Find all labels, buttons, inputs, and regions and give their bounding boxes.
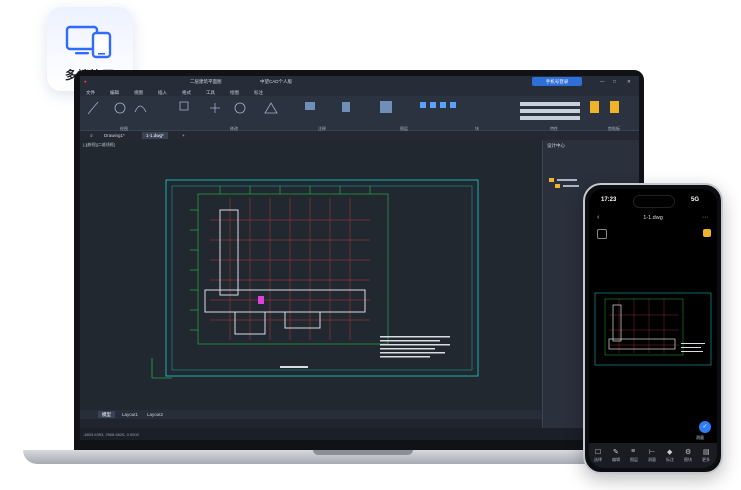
tab-drawing1[interactable]: Drawing1* xyxy=(100,132,129,139)
minimize-icon[interactable]: — xyxy=(600,79,605,84)
menu-item[interactable]: 编辑 xyxy=(110,90,119,96)
cloud-icon[interactable] xyxy=(703,229,711,237)
menu-item[interactable]: 标注 xyxy=(254,90,263,96)
menu-item[interactable]: 格式 xyxy=(182,90,191,96)
dynamic-island xyxy=(633,195,675,208)
measure-button[interactable]: ✓ xyxy=(699,421,711,433)
block-icon: ⚙ xyxy=(685,449,692,456)
fab-label: 测量 xyxy=(696,435,704,440)
more-icon[interactable]: ⋯ xyxy=(702,214,708,221)
edit-icon: ✎ xyxy=(613,449,619,456)
phone-screen: 17:23 5G ‹ 1-1.dwg ⋯ ✓ 测量 选择 编辑 图层 测量 标注… xyxy=(589,189,717,468)
layer-icon: ≡ xyxy=(631,448,636,455)
tab-layout1[interactable]: Layout1 xyxy=(118,411,142,418)
drawing-viewport[interactable]: [-][俯视][二维线框] xyxy=(80,140,542,410)
panel-title: 设计中心 xyxy=(547,143,565,148)
tool-layer[interactable]: 图层 xyxy=(627,457,641,463)
command-line[interactable] xyxy=(80,419,542,428)
layers-icon[interactable] xyxy=(597,229,607,239)
menu-bar: 文件 编辑 视图 插入 格式 工具 绘图 标注 xyxy=(80,88,639,96)
phone-title: 1-1.dwg xyxy=(643,215,663,221)
phone-signal: 5G xyxy=(691,197,700,203)
phone-drawing xyxy=(594,292,712,366)
viewport-label: [-][俯视][二维线框] xyxy=(83,142,115,147)
tool-measure[interactable]: 测量 xyxy=(645,457,659,463)
tab-layout2[interactable]: Layout2 xyxy=(143,411,167,418)
measure-icon: ⊢ xyxy=(649,449,656,456)
tool-edit[interactable]: 编辑 xyxy=(609,457,623,463)
select-icon: ☐ xyxy=(595,449,602,456)
tool-block[interactable]: 图块 xyxy=(681,457,695,463)
menu-item[interactable]: 文件 xyxy=(86,90,95,96)
ribbon: 绘图 修改 注释 图层 块 特性 剪贴板 xyxy=(80,96,639,131)
menu-item[interactable]: 工具 xyxy=(206,90,215,96)
tool-more[interactable]: 更多 xyxy=(699,457,713,463)
close-icon[interactable]: ✕ xyxy=(627,79,631,85)
tab-model[interactable]: 模型 xyxy=(98,411,115,418)
phone-frame: 17:23 5G ‹ 1-1.dwg ⋯ ✓ 测量 选择 编辑 图层 测量 标注… xyxy=(583,183,723,474)
layout-tabs: 模型 Layout1 Layout2 xyxy=(80,410,542,419)
menu-item[interactable]: 插入 xyxy=(158,90,167,96)
phone-time: 17:23 xyxy=(601,197,617,203)
coordinates: -4803.6393, 2908.6625, 0.0000 xyxy=(83,432,139,437)
more-tools-icon: ▤ xyxy=(703,449,710,456)
phone-toolbar: 选择 编辑 图层 测量 标注 图块 更多 ☐ ✎ ≡ ⊢ ◆ ⚙ ▤ xyxy=(589,443,717,468)
tool-select[interactable]: 选择 xyxy=(591,457,605,463)
laptop-notch xyxy=(313,450,413,455)
tool-dimension[interactable]: 标注 xyxy=(663,457,677,463)
tab-active-dwg[interactable]: 1-1.dwg* xyxy=(142,132,168,139)
menu-item[interactable]: 视图 xyxy=(134,90,143,96)
cad-app-window: ● 二层建筑平面图 中望CAD个人版 手机号登录 — □ ✕ 文件 编辑 视图 … xyxy=(80,76,639,440)
dimension-icon: ◆ xyxy=(667,449,673,456)
add-tab-icon[interactable]: + xyxy=(178,132,189,139)
login-button[interactable]: 手机号登录 xyxy=(532,77,582,86)
app-logo-icon: ● xyxy=(84,79,87,84)
maximize-icon[interactable]: □ xyxy=(613,79,616,84)
window-title: 二层建筑平面图 xyxy=(190,79,222,84)
status-bar: -4803.6393, 2908.6625, 0.0000 xyxy=(80,428,639,440)
multi-device-icon xyxy=(65,25,112,59)
floor-plan-drawing xyxy=(151,179,479,379)
ribbon-icons xyxy=(87,101,619,120)
user-text: 中望CAD个人版 xyxy=(260,79,293,84)
menu-item[interactable]: 绘图 xyxy=(230,90,239,96)
hamburger-icon[interactable]: ≡ xyxy=(86,132,97,139)
title-bar: ● 二层建筑平面图 中望CAD个人版 手机号登录 — □ ✕ xyxy=(80,76,639,88)
document-tabs: ≡ Drawing1* 1-1.dwg* + xyxy=(80,131,639,140)
